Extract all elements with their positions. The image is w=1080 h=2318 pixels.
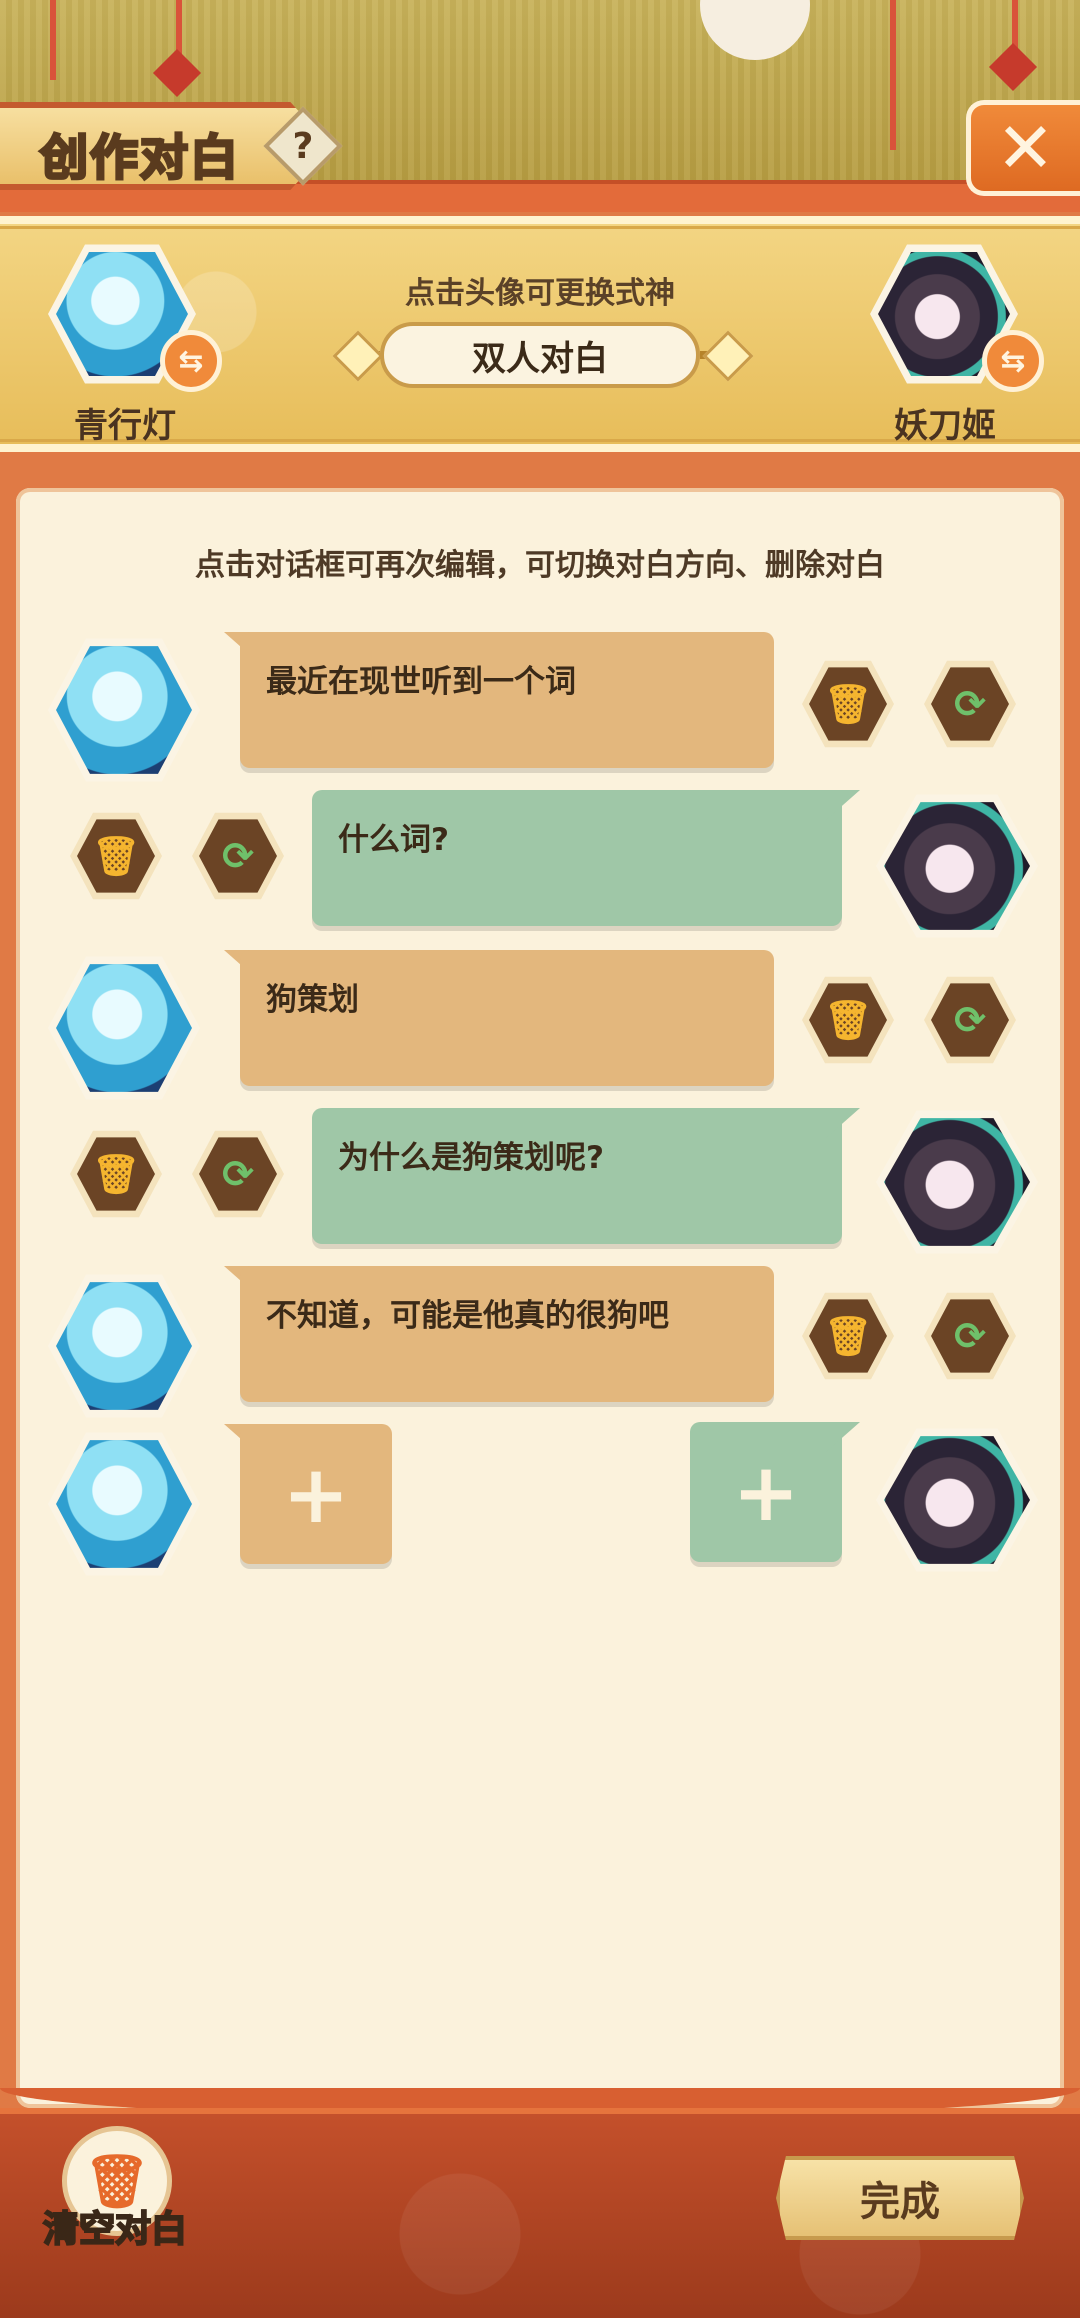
dialogue-bubble-1[interactable]: 最近在现世听到一个词 <box>240 632 774 768</box>
refresh-icon: ⟳ <box>954 1314 986 1358</box>
help-icon[interactable]: ? <box>275 118 331 174</box>
dialogue-bubble-5[interactable]: 不知道，可能是他真的很狗吧 <box>240 1266 774 1402</box>
yaodaoji-avatar-icon <box>884 802 1030 930</box>
hanging-string <box>890 0 896 150</box>
add-left-dialogue-button[interactable]: + <box>240 1424 392 1564</box>
qingxingdeng-avatar-icon <box>56 964 192 1092</box>
trash-icon: 🗑 <box>823 681 873 726</box>
trash-icon: 🗑 <box>823 997 873 1042</box>
left-swap-button[interactable]: ⇆ <box>160 330 222 392</box>
right-swap-button[interactable]: ⇆ <box>982 330 1044 392</box>
refresh-icon: ⟳ <box>954 998 986 1042</box>
dialogue-bubble-3[interactable]: 狗策划 <box>240 950 774 1086</box>
edit-hint: 点击对话框可再次编辑，可切换对白方向、删除对白 <box>195 548 885 583</box>
trash-icon: 🗑 <box>91 833 141 878</box>
dialogue-bubble-4[interactable]: 为什么是狗策划呢? <box>312 1108 842 1244</box>
trash-icon: 🗑 <box>823 1313 873 1358</box>
dialogue-bubble-2[interactable]: 什么词? <box>312 790 842 926</box>
clear-dialogue-label[interactable]: 清空对白 <box>30 2200 200 2252</box>
page-title: 创作对白 <box>38 129 241 188</box>
hanging-string <box>50 0 56 80</box>
change-avatar-hint: 点击头像可更换式神 <box>405 276 675 311</box>
plus-icon: + <box>732 1445 800 1539</box>
add-right-dialogue-button[interactable]: + <box>690 1422 842 1562</box>
refresh-icon: ⟳ <box>954 682 986 726</box>
yaodaoji-avatar-icon <box>884 1436 1030 1564</box>
close-icon: ✕ <box>996 107 1055 189</box>
done-button[interactable]: 完成 <box>776 2156 1024 2240</box>
dialogue-mode-selector[interactable]: 双人对白 <box>380 322 700 388</box>
right-character-name: 妖刀姬 <box>894 406 996 446</box>
qingxingdeng-avatar-icon <box>56 1440 192 1568</box>
close-button[interactable]: ✕ <box>966 100 1080 196</box>
left-character-name: 青行灯 <box>74 406 176 446</box>
qingxingdeng-avatar-icon <box>56 646 192 774</box>
swap-icon: ⇆ <box>178 343 204 379</box>
yaodaoji-avatar-icon <box>884 1118 1030 1246</box>
refresh-icon: ⟳ <box>222 1152 254 1196</box>
refresh-icon: ⟳ <box>222 834 254 878</box>
qingxingdeng-avatar-icon <box>56 1282 192 1410</box>
plus-icon: + <box>282 1447 350 1541</box>
trash-icon: 🗑 <box>91 1151 141 1196</box>
swap-icon: ⇆ <box>1000 343 1026 379</box>
